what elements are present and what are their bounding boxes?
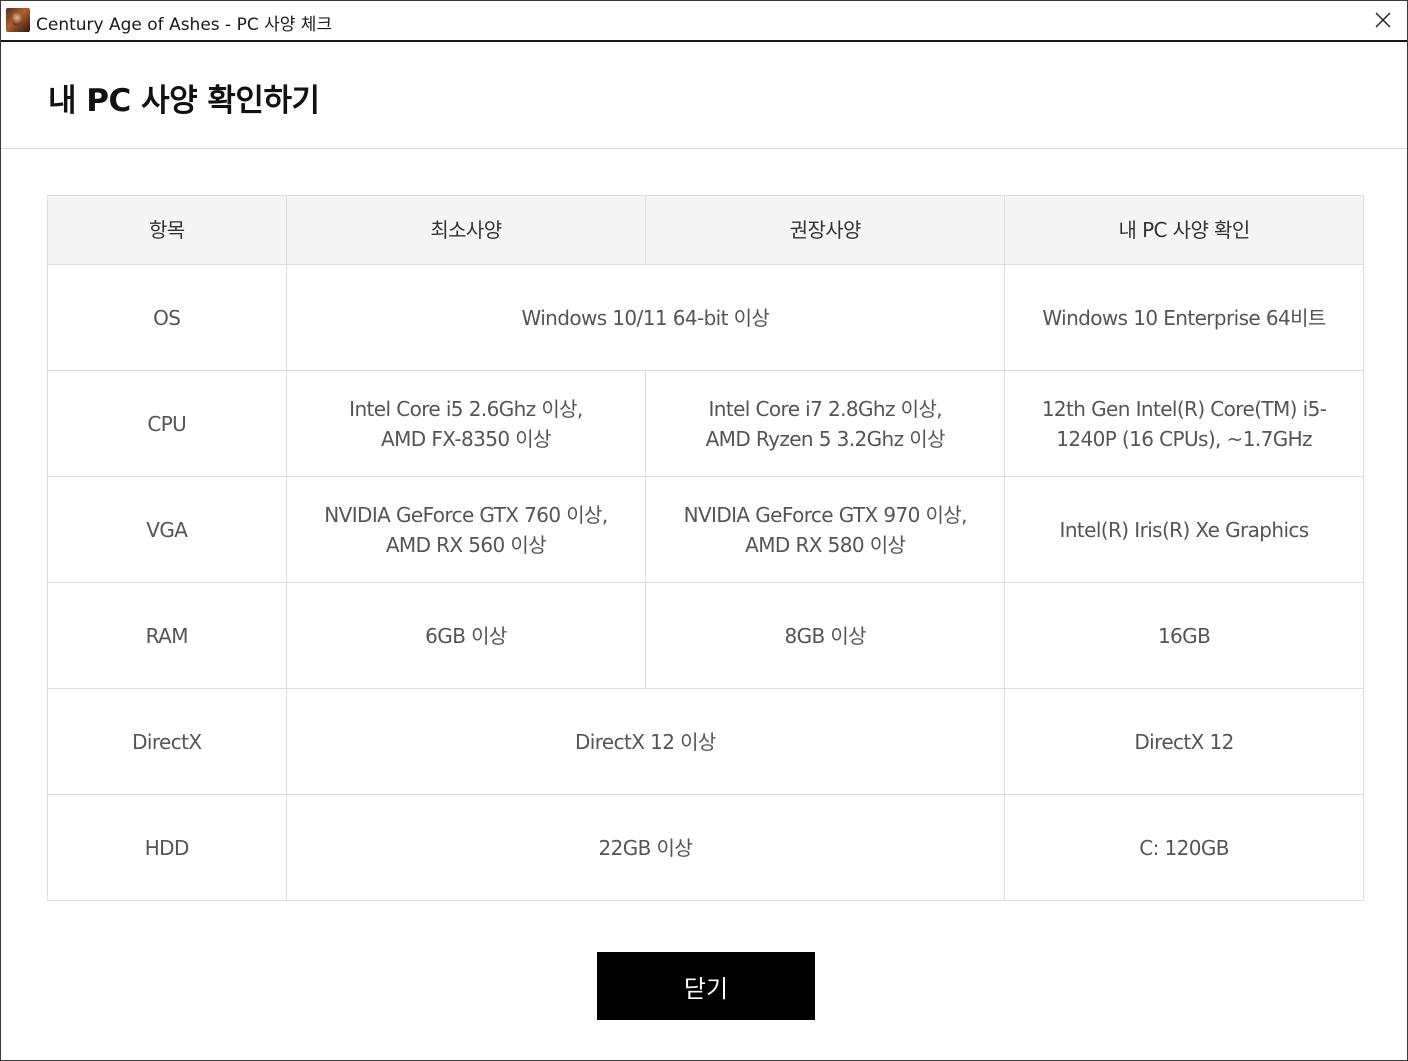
close-button[interactable]: 닫기 bbox=[597, 952, 815, 1020]
vga-minimum-line2: AMD RX 560 이상 bbox=[385, 532, 547, 557]
row-label-os: OS bbox=[47, 264, 287, 371]
table-row-hdd: HDD 22GB 이상 C: 120GB bbox=[47, 794, 1364, 901]
cpu-minimum-line1: Intel Core i5 2.6Ghz 이상, bbox=[349, 396, 583, 421]
vga-recommended-line1: NVIDIA GeForce GTX 970 이상, bbox=[683, 502, 968, 527]
title-bar: Century Age of Ashes - PC 사양 체크 bbox=[1, 1, 1407, 42]
window-close-button[interactable] bbox=[1359, 1, 1407, 40]
header-my-pc: 내 PC 사양 확인 bbox=[1004, 195, 1364, 265]
page-header: 내 PC 사양 확인하기 bbox=[1, 42, 1407, 149]
vga-my-pc: Intel(R) Iris(R) Xe Graphics bbox=[1004, 476, 1364, 583]
header-minimum: 최소사양 bbox=[285, 195, 647, 265]
app-window: Century Age of Ashes - PC 사양 체크 내 PC 사양 … bbox=[0, 0, 1408, 1061]
app-icon bbox=[6, 8, 30, 32]
os-my-pc: Windows 10 Enterprise 64비트 bbox=[1004, 264, 1364, 371]
ram-my-pc: 16GB bbox=[1004, 582, 1364, 689]
os-requirement: Windows 10/11 64-bit 이상 bbox=[285, 264, 1006, 371]
hdd-my-pc: C: 120GB bbox=[1004, 794, 1364, 901]
header-item: 항목 bbox=[47, 195, 287, 265]
cpu-recommended-line1: Intel Core i7 2.8Ghz 이상, bbox=[708, 396, 942, 421]
cpu-my-pc: 12th Gen Intel(R) Core(TM) i5- 1240P (16… bbox=[1004, 370, 1364, 477]
row-label-cpu: CPU bbox=[47, 370, 287, 477]
row-label-hdd: HDD bbox=[47, 794, 287, 901]
table-row-directx: DirectX DirectX 12 이상 DirectX 12 bbox=[47, 688, 1364, 795]
cpu-minimum-line2: AMD FX-8350 이상 bbox=[381, 426, 551, 451]
table-row-vga: VGA NVIDIA GeForce GTX 760 이상, AMD RX 56… bbox=[47, 476, 1364, 583]
cpu-recommended: Intel Core i7 2.8Ghz 이상, AMD Ryzen 5 3.2… bbox=[645, 370, 1006, 477]
row-label-vga: VGA bbox=[47, 476, 287, 583]
table-row-os: OS Windows 10/11 64-bit 이상 Windows 10 En… bbox=[47, 264, 1364, 371]
table-row-cpu: CPU Intel Core i5 2.6Ghz 이상, AMD FX-8350… bbox=[47, 370, 1364, 477]
row-label-directx: DirectX bbox=[47, 688, 287, 795]
table-row-ram: RAM 6GB 이상 8GB 이상 16GB bbox=[47, 582, 1364, 689]
ram-recommended: 8GB 이상 bbox=[645, 582, 1006, 689]
page-title: 내 PC 사양 확인하기 bbox=[48, 83, 320, 119]
row-label-ram: RAM bbox=[47, 582, 287, 689]
window-title: Century Age of Ashes - PC 사양 체크 bbox=[36, 15, 333, 35]
spec-table: 항목 최소사양 권장사양 내 PC 사양 확인 OS Windows 10/11… bbox=[47, 195, 1364, 901]
vga-recommended: NVIDIA GeForce GTX 970 이상, AMD RX 580 이상 bbox=[645, 476, 1006, 583]
vga-minimum: NVIDIA GeForce GTX 760 이상, AMD RX 560 이상 bbox=[285, 476, 647, 583]
header-recommended: 권장사양 bbox=[645, 195, 1006, 265]
hdd-requirement: 22GB 이상 bbox=[285, 794, 1006, 901]
cpu-my-pc-line1: 12th Gen Intel(R) Core(TM) i5- bbox=[1041, 396, 1327, 421]
cpu-my-pc-line2: 1240P (16 CPUs), ~1.7GHz bbox=[1056, 426, 1312, 451]
cpu-recommended-line2: AMD Ryzen 5 3.2Ghz 이상 bbox=[705, 426, 946, 451]
vga-minimum-line1: NVIDIA GeForce GTX 760 이상, bbox=[324, 502, 608, 527]
table-header-row: 항목 최소사양 권장사양 내 PC 사양 확인 bbox=[47, 195, 1364, 265]
close-icon bbox=[1375, 12, 1391, 28]
vga-recommended-line2: AMD RX 580 이상 bbox=[745, 532, 906, 557]
ram-minimum: 6GB 이상 bbox=[285, 582, 647, 689]
cpu-minimum: Intel Core i5 2.6Ghz 이상, AMD FX-8350 이상 bbox=[285, 370, 647, 477]
directx-my-pc: DirectX 12 bbox=[1004, 688, 1364, 795]
directx-requirement: DirectX 12 이상 bbox=[285, 688, 1006, 795]
